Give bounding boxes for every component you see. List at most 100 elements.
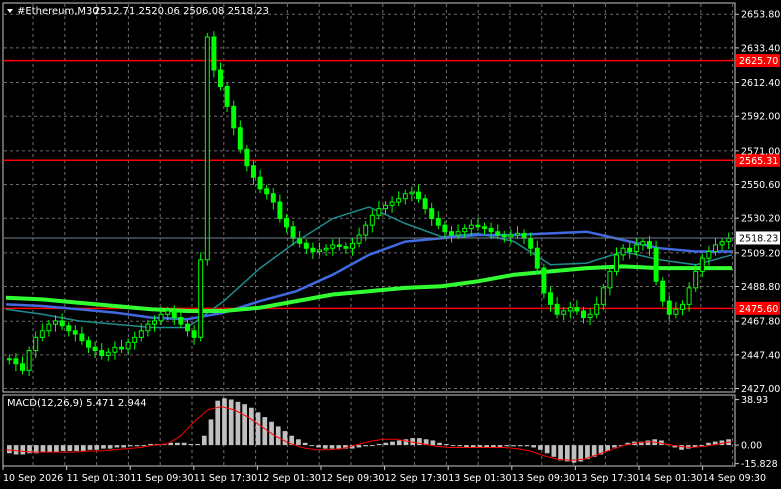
macd-bar bbox=[309, 445, 315, 447]
price-tick-label: 2488.80 bbox=[741, 282, 780, 293]
macd-bar bbox=[396, 440, 402, 446]
chart-background bbox=[0, 0, 781, 489]
macd-bar bbox=[222, 398, 227, 446]
level-label: 2565.31 bbox=[739, 156, 778, 167]
macd-bar bbox=[390, 441, 395, 446]
macd-bar bbox=[54, 445, 59, 453]
candle[interactable] bbox=[198, 252, 204, 342]
macd-bar bbox=[94, 445, 100, 450]
macd-bar bbox=[114, 445, 120, 448]
price-tick-label: 2633.40 bbox=[741, 43, 780, 54]
macd-label: MACD(12,26,9) 5.471 2.944 bbox=[7, 398, 147, 409]
macd-bar bbox=[544, 445, 550, 454]
macd-bar bbox=[141, 445, 147, 447]
macd-bar bbox=[706, 442, 711, 446]
macd-bar bbox=[121, 445, 126, 448]
macd-bar bbox=[107, 445, 113, 449]
time-tick-label: 11 Sep 09:30 bbox=[130, 473, 193, 484]
macd-bar bbox=[524, 445, 530, 447]
macd-bar bbox=[20, 445, 26, 455]
chart-header: #Ethereum,M30 2512.71 2520.06 2506.08 25… bbox=[7, 6, 269, 17]
macd-bar bbox=[242, 404, 247, 446]
macd-bar bbox=[101, 445, 106, 449]
macd-bar bbox=[296, 439, 301, 446]
macd-bar bbox=[228, 399, 234, 446]
macd-bar bbox=[336, 445, 342, 449]
macd-bar bbox=[275, 426, 281, 446]
time-tick-label: 11 Sep 17:30 bbox=[194, 473, 257, 484]
macd-bar bbox=[383, 442, 389, 446]
macd-bar bbox=[13, 445, 19, 455]
macd-bar bbox=[329, 445, 335, 449]
macd-bar bbox=[175, 442, 180, 446]
time-tick-label: 10 Sep 2026 bbox=[3, 473, 63, 484]
macd-tick-label: 0.00 bbox=[741, 441, 762, 452]
macd-bar bbox=[235, 401, 241, 446]
time-tick-label: 14 Sep 09:30 bbox=[703, 473, 766, 484]
macd-bar bbox=[60, 445, 66, 451]
price-tick-label: 2427.00 bbox=[741, 384, 780, 395]
time-tick-label: 11 Sep 01:30 bbox=[67, 473, 130, 484]
macd-bar bbox=[80, 445, 86, 451]
price-tick-label: 2467.80 bbox=[741, 317, 780, 328]
macd-bar bbox=[679, 445, 684, 450]
macd-bar bbox=[262, 417, 268, 446]
time-tick-label: 13 Sep 17:30 bbox=[575, 473, 638, 484]
symbol-label: #Ethereum,M30 bbox=[17, 6, 99, 17]
macd-bar bbox=[47, 445, 53, 453]
macd-bar bbox=[316, 445, 321, 448]
macd-bar bbox=[403, 439, 409, 446]
macd-bar bbox=[74, 445, 79, 451]
macd-bar bbox=[302, 442, 308, 446]
price-tick-label: 2592.00 bbox=[741, 112, 780, 123]
price-tick-label: 2571.00 bbox=[741, 146, 780, 157]
macd-bar bbox=[430, 440, 436, 446]
macd-bar bbox=[67, 445, 73, 451]
macd-bar bbox=[612, 445, 617, 448]
time-tick-label: 14 Sep 01:30 bbox=[639, 473, 702, 484]
macd-bar bbox=[356, 445, 362, 448]
price-tick-label: 2550.60 bbox=[741, 180, 780, 191]
macd-bar bbox=[531, 445, 537, 448]
time-tick-label: 12 Sep 01:30 bbox=[257, 473, 320, 484]
candle[interactable] bbox=[204, 32, 210, 266]
macd-bar bbox=[504, 445, 510, 447]
macd-bar bbox=[450, 445, 456, 447]
macd-bar bbox=[282, 431, 288, 446]
macd-bar bbox=[195, 443, 200, 446]
time-tick-label: 13 Sep 09:30 bbox=[512, 473, 575, 484]
macd-bar bbox=[370, 445, 375, 447]
macd-bar bbox=[7, 445, 12, 454]
macd-bar bbox=[558, 445, 563, 461]
macd-bar bbox=[87, 445, 93, 450]
current-price-tag: 2518.23 bbox=[736, 231, 780, 245]
macd-bar bbox=[40, 445, 46, 453]
macd-bar bbox=[363, 445, 368, 447]
macd-bar bbox=[208, 419, 214, 446]
macd-bar bbox=[128, 445, 133, 447]
macd-tick-label: 38.93 bbox=[741, 395, 768, 406]
price-tick-label: 2530.20 bbox=[741, 214, 780, 225]
macd-bar bbox=[249, 407, 254, 446]
price-tick-label: 2612.40 bbox=[741, 78, 780, 89]
macd-bar bbox=[322, 445, 328, 449]
macd-bar bbox=[564, 445, 570, 462]
macd-bar bbox=[551, 445, 557, 457]
macd-bar bbox=[457, 445, 463, 447]
macd-bar bbox=[188, 443, 194, 446]
ohlc-values: 2512.71 2520.06 2506.08 2518.23 bbox=[94, 6, 269, 17]
macd-tick-label: -15.828 bbox=[741, 459, 778, 470]
level-label: 2475.60 bbox=[739, 304, 778, 315]
macd-bar bbox=[443, 443, 449, 446]
time-tick-label: 13 Sep 01:30 bbox=[448, 473, 511, 484]
candle[interactable] bbox=[211, 31, 217, 78]
current-price-label: 2518.23 bbox=[739, 233, 778, 244]
macd-bar bbox=[538, 445, 543, 450]
time-tick-label: 12 Sep 17:30 bbox=[385, 473, 448, 484]
macd-bar bbox=[376, 443, 382, 446]
price-tick-label: 2447.40 bbox=[741, 350, 780, 361]
macd-bar bbox=[517, 445, 523, 447]
price-tick-label: 2653.80 bbox=[741, 10, 780, 21]
price-chart[interactable]: 2625.70 2565.31 2475.60 2653.80 2633.40 2612… bbox=[0, 0, 781, 489]
level-label: 2625.70 bbox=[739, 56, 778, 67]
